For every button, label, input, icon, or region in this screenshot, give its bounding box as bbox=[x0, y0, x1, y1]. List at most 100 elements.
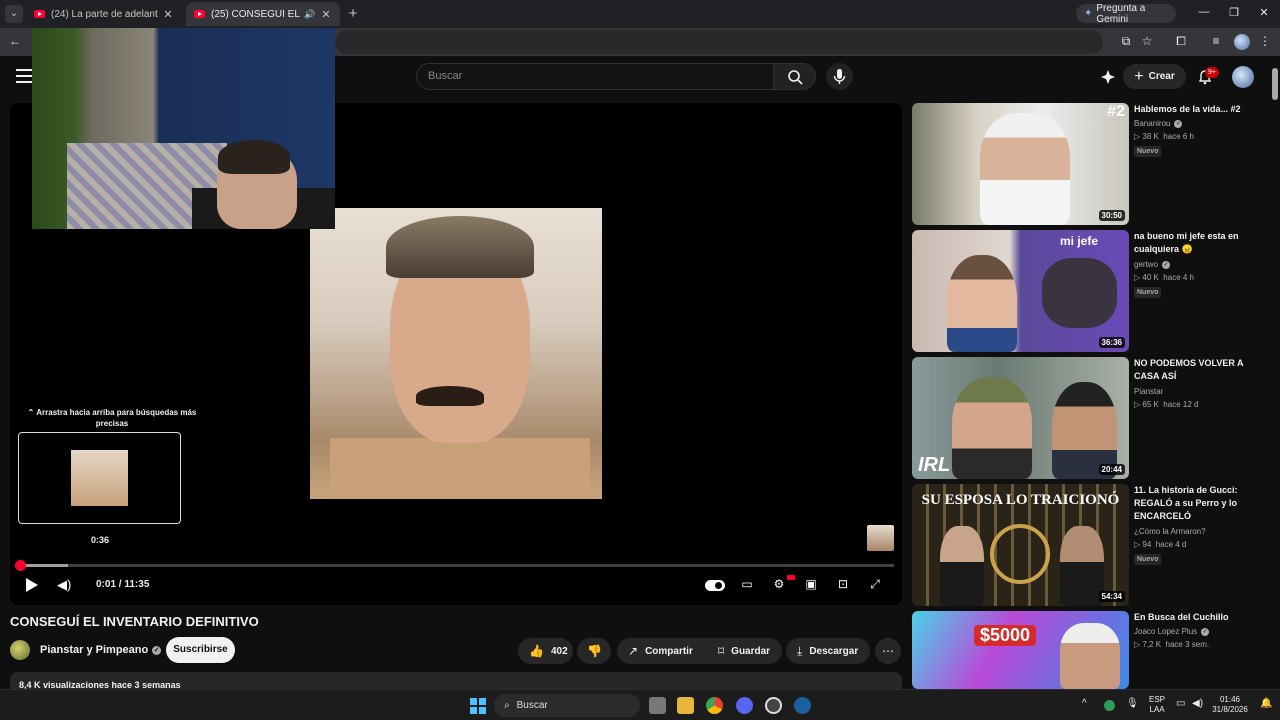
minimize-icon[interactable]: — bbox=[1194, 6, 1214, 18]
recommendation-meta: ▷ 7,2 K hace 3 sem. bbox=[1134, 640, 1210, 649]
thumb-person bbox=[1060, 526, 1104, 606]
more-actions-button[interactable]: ⋯ bbox=[875, 638, 901, 664]
fullscreen-icon[interactable]: ⤢ bbox=[866, 577, 884, 592]
extensions-icon[interactable]: ⧠ bbox=[1173, 34, 1189, 49]
window-close-icon[interactable]: ✕ bbox=[1254, 6, 1274, 19]
autoplay-toggle[interactable] bbox=[705, 580, 725, 591]
notification-center-icon[interactable]: 🔔 bbox=[1260, 699, 1272, 709]
search-icon bbox=[788, 70, 803, 85]
recommendation-item[interactable]: SU ESPOSA LO TRAICIONÓ 54:34 11. La hist… bbox=[912, 484, 1267, 606]
address-bar[interactable] bbox=[335, 30, 1103, 54]
youtube-favicon-icon bbox=[194, 10, 205, 18]
channel-avatar[interactable] bbox=[10, 640, 30, 660]
recommendation-item[interactable]: mi jefe 36:36 na bueno mi jefe esta en c… bbox=[912, 230, 1267, 352]
recommendation-item[interactable]: $5000 En Busca del Cuchillo Joaco Lopez … bbox=[912, 611, 1267, 689]
file-explorer-icon[interactable] bbox=[677, 697, 694, 714]
back-arrow-icon[interactable]: ← bbox=[7, 34, 23, 48]
volume-icon[interactable]: ◀) bbox=[1192, 699, 1203, 709]
steam-icon[interactable] bbox=[794, 697, 811, 714]
recommendation-meta: ▷ 94 hace 4 d bbox=[1134, 540, 1187, 549]
settings-gear-icon[interactable]: ⚙ bbox=[770, 577, 788, 591]
reading-list-icon[interactable]: ≡ bbox=[1208, 34, 1224, 48]
voice-search-button[interactable] bbox=[826, 63, 853, 90]
tab-title: (24) La parte de adelante - YouT bbox=[51, 8, 158, 20]
like-button[interactable]: 👍 402 bbox=[518, 638, 573, 664]
browser-tab-active[interactable]: (25) CONSEGUÍ EL INVENTA 🔊 ✕ bbox=[186, 2, 340, 26]
bookmark-icon: ⌑ bbox=[718, 644, 725, 658]
recommendation-title: Hablemos de la vida... #2 bbox=[1134, 104, 1241, 114]
network-icon[interactable]: ▭ bbox=[1176, 699, 1185, 709]
recommendation-thumbnail[interactable]: SU ESPOSA LO TRAICIONÓ 54:34 bbox=[912, 484, 1129, 606]
end-screen-thumbnail[interactable] bbox=[867, 525, 894, 551]
task-view-icon[interactable] bbox=[649, 697, 666, 714]
recommendation-thumbnail[interactable]: mi jefe 36:36 bbox=[912, 230, 1129, 352]
play-icon[interactable] bbox=[26, 578, 38, 592]
download-button[interactable]: ⤓ Descargar bbox=[786, 638, 870, 664]
channel-name[interactable]: Pianstar y Pimpeano ✓ bbox=[40, 644, 162, 656]
page-scrollbar[interactable] bbox=[1270, 56, 1280, 688]
studio-sparkle-icon[interactable] bbox=[1100, 69, 1116, 85]
chrome-icon[interactable] bbox=[706, 697, 723, 714]
account-avatar[interactable] bbox=[1232, 66, 1254, 88]
obs-icon[interactable] bbox=[765, 697, 782, 714]
dislike-button[interactable]: 👎 bbox=[577, 638, 611, 664]
profile-avatar[interactable] bbox=[1234, 34, 1250, 50]
browser-tab[interactable]: (24) La parte de adelante - YouT ✕ bbox=[26, 2, 182, 26]
recommendation-thumbnail[interactable]: #2 30:50 bbox=[912, 103, 1129, 225]
recommendation-meta: ▷ 38 K hace 6 h bbox=[1134, 132, 1194, 141]
windows-start-icon[interactable] bbox=[470, 698, 486, 714]
download-icon: ⤓ bbox=[797, 643, 803, 658]
install-app-icon[interactable]: ⧉ bbox=[1118, 34, 1134, 49]
search-input[interactable]: Buscar bbox=[416, 63, 774, 90]
plus-icon: + bbox=[1134, 67, 1144, 85]
recommendation-meta: ▷ 40 K hace 4 h bbox=[1134, 273, 1194, 282]
language-indicator[interactable]: ESP LAA bbox=[1144, 695, 1170, 715]
save-button[interactable]: ⌑ Guardar bbox=[707, 638, 782, 664]
volume-icon[interactable]: ◀) bbox=[57, 577, 71, 593]
create-button[interactable]: + Crear bbox=[1123, 64, 1186, 89]
subscribe-button[interactable]: Suscribirse bbox=[166, 637, 235, 663]
discord-icon[interactable] bbox=[736, 697, 753, 714]
bookmark-star-icon[interactable]: ☆ bbox=[1139, 34, 1155, 48]
recommendation-thumbnail[interactable]: IRL 20:44 bbox=[912, 357, 1129, 479]
menu-icon[interactable] bbox=[16, 69, 32, 83]
taskbar-search[interactable]: ⌕ Buscar bbox=[494, 694, 640, 717]
thumb-figure bbox=[1042, 258, 1117, 328]
windows-taskbar: ⌕ Buscar ^ 🎙 ESP LAA ▭ ◀) 01:46 31/8/202… bbox=[0, 689, 1280, 720]
mic-icon[interactable]: 🎙 bbox=[1126, 699, 1139, 709]
thumb-overlay-text: IRL bbox=[918, 454, 951, 476]
thumb-overlay-text: mi jefe bbox=[1060, 234, 1099, 248]
progress-bar[interactable] bbox=[20, 564, 894, 567]
miniplayer-icon[interactable]: ▣ bbox=[802, 577, 820, 591]
new-tab-button[interactable]: + bbox=[344, 5, 362, 23]
cast-icon[interactable]: ⊡ bbox=[834, 577, 852, 591]
recommendation-item[interactable]: #2 30:50 Hablemos de la vida... #2 Banan… bbox=[912, 103, 1267, 225]
duration-badge: 30:50 bbox=[1098, 210, 1125, 221]
search-button[interactable] bbox=[773, 63, 816, 90]
speaker-icon[interactable]: 🔊 bbox=[304, 9, 316, 20]
restore-icon[interactable]: ❐ bbox=[1224, 6, 1244, 19]
chevron-up-icon[interactable]: ^ bbox=[1082, 699, 1087, 709]
close-icon[interactable]: ✕ bbox=[320, 8, 332, 21]
language-code: ESP bbox=[1148, 695, 1165, 704]
recommendation-title: na bueno mi jefe esta en cualquiera 😠 bbox=[1134, 231, 1239, 254]
progress-scrubber[interactable] bbox=[15, 560, 26, 571]
views-text: 7,2 K bbox=[1142, 640, 1162, 649]
tab-search-button[interactable]: ⌄ bbox=[5, 5, 23, 23]
new-badge: Nuevo bbox=[1134, 287, 1162, 298]
subtitles-icon[interactable]: ▭ bbox=[738, 577, 756, 591]
recommendation-item[interactable]: IRL 20:44 NO PODEMOS VOLVER A CASA ASÍ P… bbox=[912, 357, 1267, 479]
notification-count-badge: 9+ bbox=[1205, 67, 1219, 78]
gemini-button[interactable]: ✦ Pregunta a Gemini bbox=[1076, 3, 1176, 25]
clock[interactable]: 01:46 31/8/2026 bbox=[1208, 695, 1252, 715]
webcam-overlay bbox=[32, 28, 335, 229]
verified-icon: ✓ bbox=[1174, 119, 1183, 128]
more-vert-icon[interactable]: ⋮ bbox=[1257, 34, 1273, 48]
hd-badge bbox=[787, 575, 795, 580]
recommendation-thumbnail[interactable]: $5000 bbox=[912, 611, 1129, 689]
scrollbar-thumb[interactable] bbox=[1272, 68, 1278, 100]
tray-app-icon[interactable] bbox=[1104, 700, 1115, 711]
close-icon[interactable]: ✕ bbox=[162, 8, 174, 21]
thumb-person bbox=[1060, 623, 1120, 689]
verified-icon: ✓ bbox=[1162, 260, 1171, 269]
